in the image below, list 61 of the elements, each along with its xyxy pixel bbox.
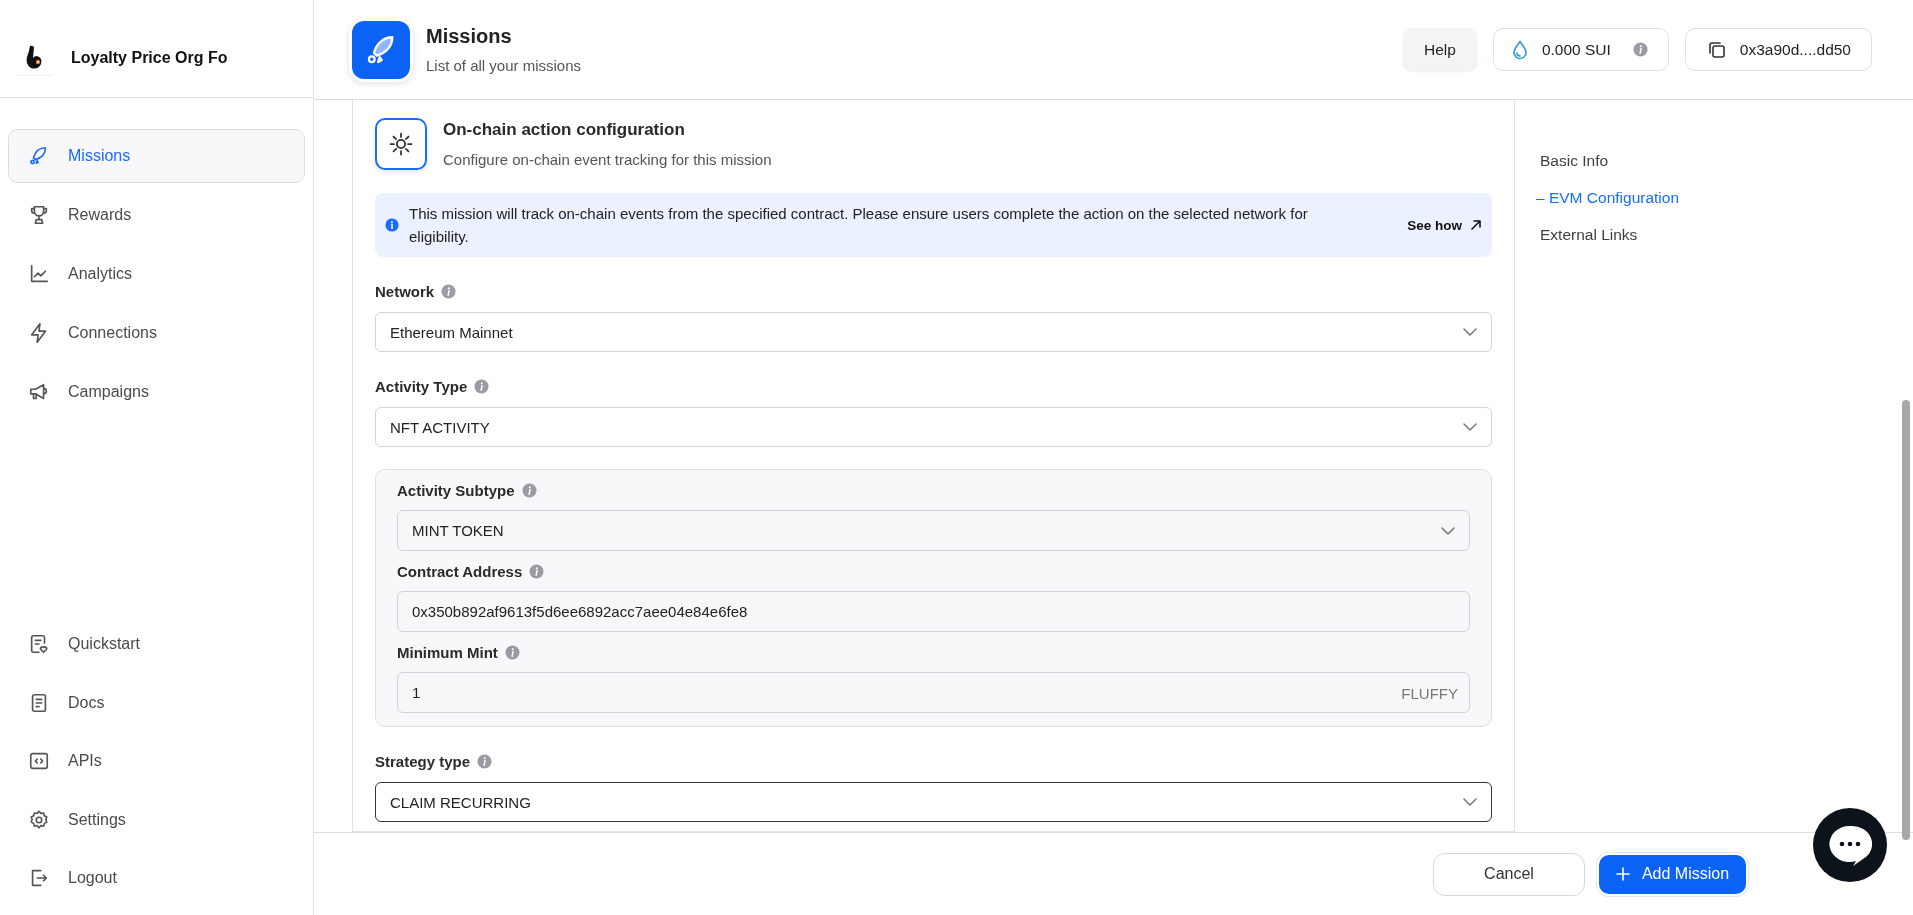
sun-icon	[387, 130, 415, 158]
field-label: Network	[375, 283, 435, 300]
field-label: Contract Address	[397, 563, 523, 580]
page-title: Missions	[426, 25, 513, 48]
info-icon	[504, 645, 520, 660]
plus-icon	[1615, 867, 1630, 881]
balance-button[interactable]: 0.000 SUI	[1492, 28, 1669, 71]
document-heart-icon	[28, 633, 50, 655]
sidebar-nav-item[interactable]: Campaigns	[8, 365, 305, 419]
copy-icon	[1707, 40, 1726, 59]
field-label: Minimum Mint	[397, 644, 498, 661]
see-how-link[interactable]: See how	[1407, 217, 1482, 233]
sidebar-nav-item[interactable]: Settings	[8, 792, 305, 847]
field-label: Strategy type	[375, 753, 471, 770]
section-nav-link[interactable]: – EVM Configuration	[1536, 189, 1680, 207]
section-title: On-chain action configuration	[443, 120, 686, 140]
info-icon	[385, 218, 399, 232]
text-field[interactable]: 0x350b892af9613f5d6ee6892acc7aee04e84e6fe8	[397, 591, 1470, 632]
chat-bubble-icon	[1828, 824, 1872, 866]
help-button[interactable]: Help	[1403, 28, 1477, 71]
info-message: This mission will track on-chain events from the specified contract. Please ensure users complete the action on the selected network for eligibility.	[409, 204, 1309, 247]
select-field[interactable]: CLAIM RECURRING	[375, 782, 1492, 822]
info-icon	[474, 379, 490, 394]
section-nav-link[interactable]: External Links	[1540, 226, 1680, 244]
sidebar-nav-item[interactable]: Docs	[8, 675, 305, 730]
sidebar-nav-item[interactable]: Connections	[8, 306, 305, 360]
info-icon	[529, 564, 545, 579]
select-field[interactable]: NFT ACTIVITY	[375, 407, 1492, 447]
chevron-down-icon	[1463, 328, 1477, 336]
info-icon	[1632, 42, 1648, 57]
line-chart-icon	[28, 263, 50, 285]
select-field[interactable]: MINT TOKEN	[397, 510, 1470, 551]
organization-name: Loyalty Price Org Fo	[71, 48, 228, 67]
info-icon	[521, 483, 537, 498]
code-icon	[28, 750, 50, 772]
trophy-icon	[28, 204, 50, 226]
sidebar-nav-item[interactable]: Rewards	[8, 188, 305, 242]
cancel-button[interactable]: Cancel	[1433, 852, 1585, 896]
field-label: Activity Subtype	[397, 482, 515, 499]
water-drop-icon	[1511, 39, 1528, 60]
page-subtitle: List of all your missions	[426, 57, 582, 74]
chevron-down-icon	[1441, 526, 1455, 535]
unit-label: FLUFFY	[1401, 684, 1458, 701]
arrow-up-right-icon	[1470, 219, 1482, 231]
field-label: Activity Type	[375, 378, 468, 395]
sidebar-nav-item[interactable]: APIs	[8, 734, 305, 788]
select-field[interactable]: Ethereum Mainnet	[375, 312, 1492, 352]
chevron-down-icon	[1463, 423, 1477, 431]
settings-icon	[28, 808, 50, 831]
sidebar-nav-item[interactable]: Analytics	[8, 247, 305, 301]
info-icon	[477, 754, 493, 769]
sidebar-nav-item[interactable]: Logout	[8, 851, 305, 905]
scrollbar-thumb[interactable]	[1902, 400, 1910, 840]
sidebar-nav-item[interactable]: Quickstart	[8, 617, 305, 671]
section-subtitle: Configure on-chain event tracking for this mission	[443, 151, 772, 168]
sidebar-nav-item[interactable]: Missions	[8, 129, 305, 183]
info-icon	[441, 284, 457, 299]
wallet-address-button[interactable]: 0x3a90d....dd50	[1684, 28, 1872, 71]
chevron-down-icon	[1463, 798, 1477, 806]
add-mission-button[interactable]: Add Mission	[1597, 852, 1748, 896]
section-nav-link[interactable]: Basic Info	[1540, 152, 1680, 170]
